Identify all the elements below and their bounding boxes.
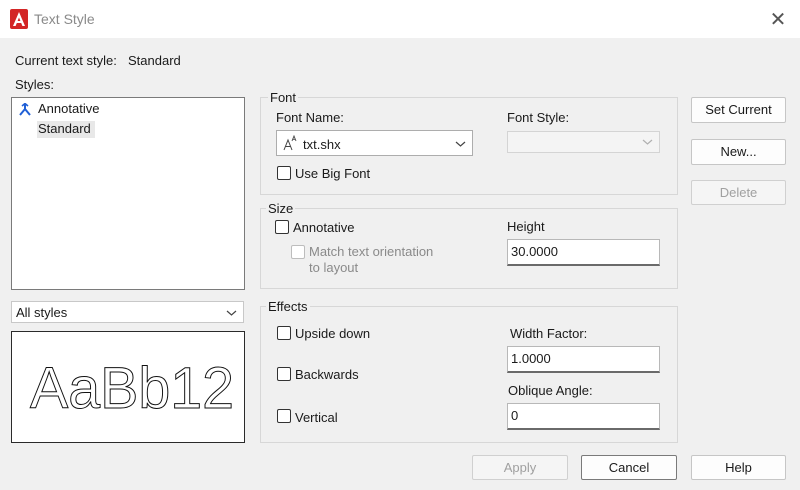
current-style-label: Current text style:	[15, 53, 117, 68]
font-group-title: Font	[268, 90, 299, 105]
font-name-value: txt.shx	[303, 137, 341, 152]
chevron-down-icon	[642, 139, 653, 145]
preview-sample-text: AaBb12	[30, 356, 234, 421]
match-orientation-label-line2: to layout	[309, 260, 359, 275]
effects-group-title: Effects	[266, 299, 310, 314]
help-button[interactable]: Help	[691, 455, 786, 480]
oblique-angle-value: 0	[511, 408, 519, 423]
size-annotative-label: Annotative	[293, 220, 355, 235]
upside-down-checkbox[interactable]	[277, 326, 291, 340]
style-item-annotative[interactable]: Annotative	[38, 101, 99, 116]
styles-filter-value: All styles	[16, 305, 68, 320]
vertical-label: Vertical	[295, 410, 338, 425]
width-factor-input[interactable]: 1.0000	[507, 346, 660, 373]
current-style-value: Standard	[128, 53, 181, 68]
close-icon[interactable]: ✕	[768, 8, 788, 30]
match-orientation-checkbox	[291, 245, 305, 259]
width-factor-value: 1.0000	[511, 351, 551, 366]
height-input[interactable]: 30.0000	[507, 239, 660, 266]
font-name-dropdown[interactable]: txt.shx	[276, 130, 473, 156]
chevron-down-icon	[226, 310, 237, 316]
use-big-font-checkbox[interactable]	[277, 166, 291, 180]
preview-sample: AaBb12	[30, 356, 235, 422]
chevron-down-icon	[455, 141, 466, 147]
delete-style-button: Delete	[691, 180, 786, 205]
set-current-button[interactable]: Set Current	[691, 97, 786, 123]
vertical-checkbox[interactable]	[277, 409, 291, 423]
match-orientation-label-line1: Match text orientation	[309, 244, 434, 259]
height-label: Height	[507, 219, 545, 234]
text-preview: AaBb12	[11, 331, 245, 443]
shx-font-icon	[283, 135, 297, 151]
cancel-button[interactable]: Cancel	[581, 455, 677, 480]
style-item-standard[interactable]: Standard	[37, 121, 95, 138]
width-factor-label: Width Factor:	[510, 326, 588, 341]
styles-list[interactable]: Annotative Standard	[11, 97, 245, 290]
height-value: 30.0000	[511, 244, 558, 259]
upside-down-label: Upside down	[295, 326, 371, 341]
new-style-button[interactable]: New...	[691, 139, 786, 165]
oblique-angle-input[interactable]: 0	[507, 403, 660, 430]
backwards-checkbox[interactable]	[277, 367, 291, 381]
size-annotative-checkbox[interactable]	[275, 220, 289, 234]
title-bar	[0, 0, 800, 38]
styles-label: Styles:	[15, 77, 55, 92]
backwards-label: Backwards	[295, 367, 359, 382]
use-big-font-label: Use Big Font	[295, 166, 371, 181]
size-group-title: Size	[266, 201, 296, 216]
autocad-logo-icon	[10, 9, 28, 29]
styles-filter-dropdown[interactable]: All styles	[11, 301, 244, 323]
font-name-label: Font Name:	[276, 110, 344, 125]
font-style-dropdown	[507, 131, 660, 153]
oblique-angle-label: Oblique Angle:	[508, 383, 593, 398]
annotative-icon	[19, 103, 31, 116]
apply-button: Apply	[472, 455, 568, 480]
font-style-label: Font Style:	[507, 110, 570, 125]
window-title: Text Style	[34, 11, 95, 27]
